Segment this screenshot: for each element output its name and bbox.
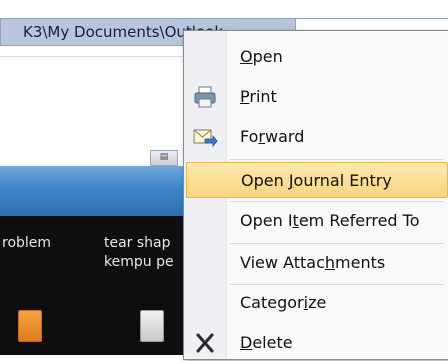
- menu-item-label: Open Item Referred To: [240, 211, 420, 230]
- menu-item-label: View Attachments: [240, 253, 386, 272]
- document-icon[interactable]: [140, 310, 164, 342]
- row-text: kempu pe: [104, 254, 174, 270]
- delete-x-icon: [192, 331, 218, 355]
- menu-item-categorize[interactable]: Categorize: [186, 285, 448, 321]
- context-menu: Open Print Forward Open Journal Entry Op…: [183, 30, 448, 360]
- menu-separator: [230, 159, 444, 160]
- menu-item-label: Delete: [240, 333, 293, 352]
- menu-item-view-attachments[interactable]: View Attachments: [186, 245, 448, 281]
- printer-icon: [192, 85, 218, 109]
- forward-icon: [192, 125, 218, 149]
- menu-item-label: Forward: [240, 127, 305, 146]
- menu-item-label: Categorize: [240, 293, 327, 312]
- menu-item-label: Open Journal Entry: [241, 171, 392, 190]
- menu-separator: [230, 201, 444, 202]
- menu-separator: [230, 243, 444, 244]
- row-text: tear shap: [104, 235, 171, 251]
- menu-item-print[interactable]: Print: [186, 79, 448, 115]
- menu-item-open-item-referred-to[interactable]: Open Item Referred To: [186, 203, 448, 239]
- menu-item-open[interactable]: Open: [186, 39, 448, 75]
- row-text: roblem: [2, 235, 52, 251]
- menu-item-open-journal-entry[interactable]: Open Journal Entry: [186, 162, 448, 198]
- menu-item-forward[interactable]: Forward: [186, 119, 448, 155]
- menu-item-label: Print: [240, 87, 277, 106]
- file-icon[interactable]: [18, 310, 42, 342]
- menu-item-delete[interactable]: Delete: [186, 325, 448, 361]
- view-toggle-button[interactable]: ▤: [150, 150, 178, 166]
- menu-item-label: Open: [240, 47, 283, 66]
